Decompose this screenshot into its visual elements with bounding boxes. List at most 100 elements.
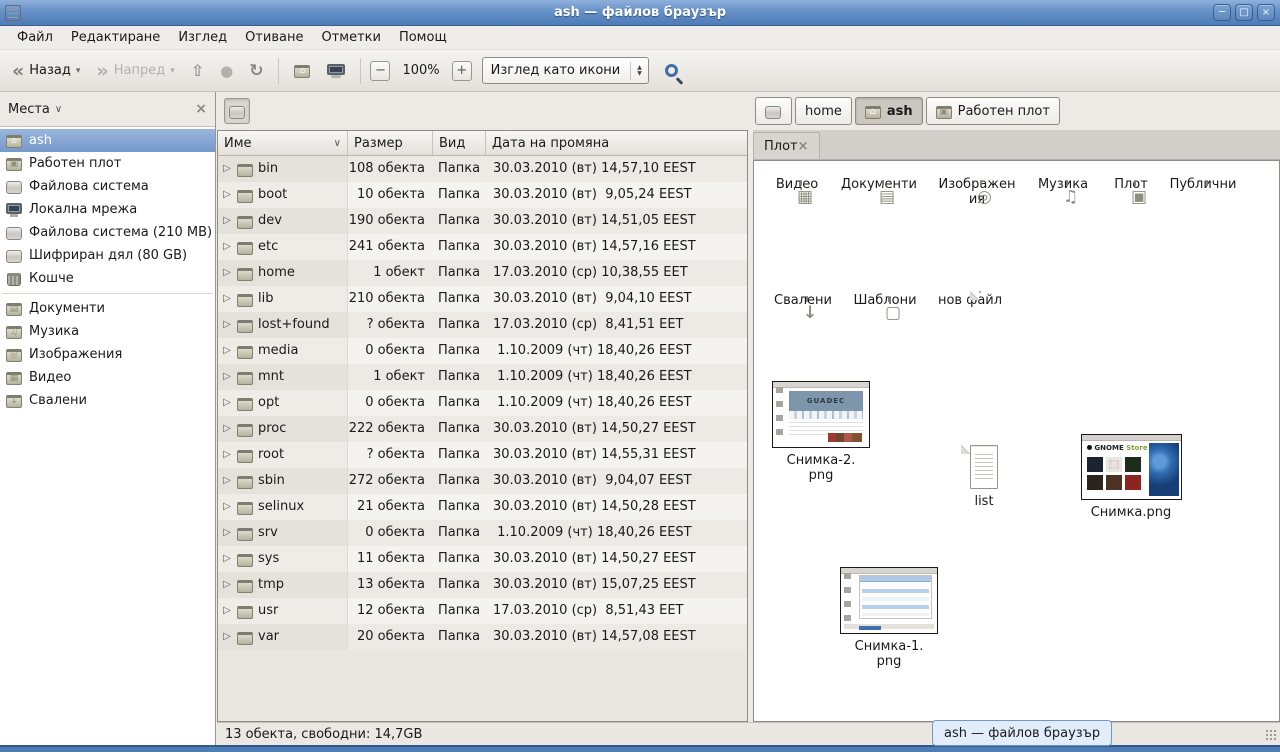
list-item[interactable]: Музика [1024, 175, 1102, 192]
sidebar-item[interactable]: Файлова система (210 MB) [0, 221, 215, 244]
zoom-in-button[interactable]: + [452, 61, 472, 81]
list-item[interactable]: Свалени [764, 291, 842, 308]
up-button[interactable]: ⇧ [185, 58, 210, 84]
path-button-current[interactable]: ash [855, 97, 923, 125]
table-row[interactable]: ▷ selinux 21 обекта Папка 30.03.2010 (вт… [218, 494, 747, 520]
sidebar-item[interactable]: Кошче [0, 267, 215, 290]
forward-button[interactable]: » Напред ▾ [90, 58, 180, 84]
table-row[interactable]: ▷ lib 210 обекта Папка 30.03.2010 (вт) 9… [218, 286, 747, 312]
tab-close-icon[interactable]: × [798, 139, 809, 154]
expander-icon[interactable]: ▷ [221, 572, 233, 598]
expander-icon[interactable]: ▷ [221, 390, 233, 416]
table-row[interactable]: ▷ sbin 272 обекта Папка 30.03.2010 (вт) … [218, 468, 747, 494]
back-button[interactable]: « Назад ▾ [6, 58, 86, 84]
expander-icon[interactable]: ▷ [221, 546, 233, 572]
expander-icon[interactable]: ▷ [221, 468, 233, 494]
search-button[interactable] [653, 60, 690, 81]
stop-button[interactable]: ● [214, 58, 239, 84]
column-header-size[interactable]: Размер [348, 131, 433, 155]
sidebar-item[interactable]: Работен плот [0, 152, 215, 175]
combo-spinner-icon[interactable]: ▲▼ [631, 65, 648, 77]
expander-icon[interactable]: ▷ [221, 234, 233, 260]
table-row[interactable]: ▷ lost+found ? обекта Папка 17.03.2010 (… [218, 312, 747, 338]
expander-icon[interactable]: ▷ [221, 208, 233, 234]
home-button[interactable] [288, 59, 317, 82]
sidebar-item[interactable]: Свалени [0, 389, 215, 412]
forward-dropdown-icon: ▾ [170, 66, 175, 76]
sidebar-item[interactable]: Видео [0, 366, 215, 389]
table-row[interactable]: ▷ boot 10 обекта Папка 30.03.2010 (вт) 9… [218, 182, 747, 208]
close-button[interactable]: × [1257, 4, 1275, 21]
computer-button[interactable] [321, 60, 351, 82]
table-row[interactable]: ▷ opt 0 обекта Папка 1.10.2009 (чт) 18,4… [218, 390, 747, 416]
reload-button[interactable]: ↻ [243, 58, 269, 84]
tab[interactable]: Плот × [753, 132, 820, 159]
sidebar-view-select[interactable]: Места ∨ [8, 102, 62, 117]
menu-item[interactable]: Отиване [236, 28, 312, 47]
menu-item[interactable]: Помощ [390, 28, 456, 47]
table-row[interactable]: ▷ bin 108 обекта Папка 30.03.2010 (вт) 1… [218, 156, 747, 182]
table-row[interactable]: ▷ mnt 1 обект Папка 1.10.2009 (чт) 18,40… [218, 364, 747, 390]
table-row[interactable]: ▷ dev 190 обекта Папка 30.03.2010 (вт) 1… [218, 208, 747, 234]
list-item[interactable]: Видео [758, 175, 836, 192]
expander-icon[interactable]: ▷ [221, 286, 233, 312]
column-header-type[interactable]: Вид [433, 131, 486, 155]
expander-icon[interactable]: ▷ [221, 260, 233, 286]
expander-icon[interactable]: ▷ [221, 442, 233, 468]
sidebar-item[interactable]: Музика [0, 320, 215, 343]
filesystem-root-button[interactable] [224, 98, 250, 124]
menu-item[interactable]: Файл [8, 28, 62, 47]
table-row[interactable]: ▷ root ? обекта Папка 30.03.2010 (вт) 14… [218, 442, 747, 468]
list-item[interactable]: Плот [1092, 175, 1170, 192]
path-button-desktop[interactable]: Работен плот [926, 97, 1060, 125]
table-row[interactable]: ▷ tmp 13 обекта Папка 30.03.2010 (вт) 15… [218, 572, 747, 598]
list-item-snimka-2[interactable]: GUADEC Снимка-2.png [772, 381, 870, 448]
path-button-home[interactable]: home [795, 97, 852, 125]
list-item-snimka[interactable]: GNOME Store Снимка.png [1081, 434, 1182, 500]
table-row[interactable]: ▷ var 20 обекта Папка 30.03.2010 (вт) 14… [218, 624, 747, 650]
list-item-list-file[interactable]: list [961, 445, 1007, 489]
list-item[interactable]: Публични [1164, 175, 1242, 192]
list-item[interactable]: Изображения [938, 175, 1016, 207]
back-dropdown-icon[interactable]: ▾ [76, 66, 81, 76]
view-mode-select[interactable]: Изглед като икони ▲▼ [482, 57, 649, 84]
list-item[interactable]: нов файл [931, 291, 1009, 308]
sidebar-close-icon[interactable]: × [195, 101, 207, 117]
table-row[interactable]: ▷ home 1 обект Папка 17.03.2010 (ср) 10,… [218, 260, 747, 286]
table-row[interactable]: ▷ sys 11 обекта Папка 30.03.2010 (вт) 14… [218, 546, 747, 572]
sidebar-item[interactable]: Локална мрежа [0, 198, 215, 221]
column-header-date[interactable]: Дата на промяна [486, 131, 747, 155]
expander-icon[interactable]: ▷ [221, 182, 233, 208]
sidebar-item[interactable]: Файлова система [0, 175, 215, 198]
menu-item[interactable]: Отметки [312, 28, 389, 47]
table-row[interactable]: ▷ srv 0 обекта Папка 1.10.2009 (чт) 18,4… [218, 520, 747, 546]
sidebar-item[interactable]: ash [0, 129, 215, 152]
expander-icon[interactable]: ▷ [221, 338, 233, 364]
table-row[interactable]: ▷ media 0 обекта Папка 1.10.2009 (чт) 18… [218, 338, 747, 364]
expander-icon[interactable]: ▷ [221, 624, 233, 650]
table-row[interactable]: ▷ usr 12 обекта Папка 17.03.2010 (ср) 8,… [218, 598, 747, 624]
table-row[interactable]: ▷ etc 241 обекта Папка 30.03.2010 (вт) 1… [218, 234, 747, 260]
zoom-out-button[interactable]: − [370, 61, 390, 81]
sidebar-item[interactable]: Изображения [0, 343, 215, 366]
path-button-root[interactable] [755, 97, 792, 125]
resize-grip[interactable] [1265, 729, 1278, 742]
expander-icon[interactable]: ▷ [221, 520, 233, 546]
expander-icon[interactable]: ▷ [221, 598, 233, 624]
maximize-button[interactable]: □ [1235, 4, 1253, 21]
expander-icon[interactable]: ▷ [221, 494, 233, 520]
table-row[interactable]: ▷ proc 222 обекта Папка 30.03.2010 (вт) … [218, 416, 747, 442]
list-item[interactable]: Шаблони [846, 291, 924, 308]
sidebar-item[interactable]: Шифриран дял (80 GB) [0, 244, 215, 267]
expander-icon[interactable]: ▷ [221, 312, 233, 338]
menu-item[interactable]: Редактиране [62, 28, 169, 47]
list-item[interactable]: Документи [840, 175, 918, 192]
sidebar-item[interactable]: Документи [0, 297, 215, 320]
column-header-name[interactable]: Име ∨ [218, 131, 348, 155]
menu-item[interactable]: Изглед [169, 28, 236, 47]
expander-icon[interactable]: ▷ [221, 416, 233, 442]
minimize-button[interactable]: ─ [1213, 4, 1231, 21]
expander-icon[interactable]: ▷ [221, 156, 233, 182]
list-item-snimka-1[interactable]: Снимка-1.png [840, 567, 938, 634]
expander-icon[interactable]: ▷ [221, 364, 233, 390]
